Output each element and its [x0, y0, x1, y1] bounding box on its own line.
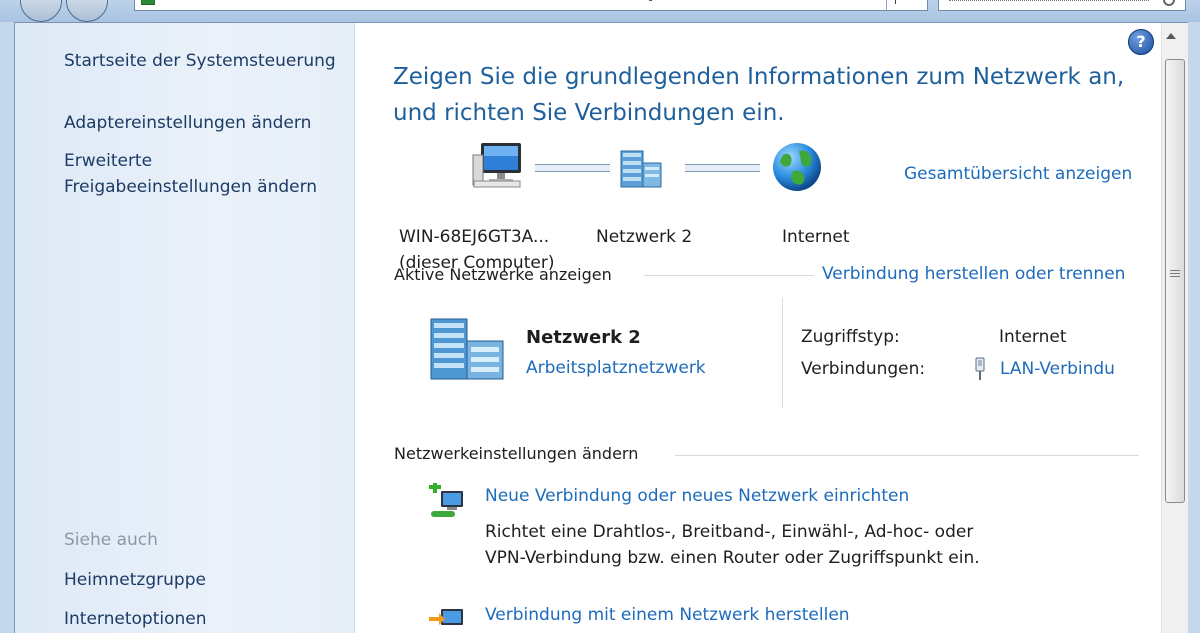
forward-button[interactable]	[66, 0, 108, 22]
back-button[interactable]	[20, 0, 62, 22]
access-type-value: Internet	[999, 327, 1067, 347]
network-building-icon	[619, 145, 663, 189]
lan-plug-icon	[973, 357, 987, 381]
address-bar[interactable]	[134, 0, 928, 11]
main-content: ? Zeigen Sie die grundlegenden Informati…	[355, 23, 1161, 633]
sidebar-link-advanced-sharing-line2: Freigabeeinstellungen ändern	[64, 177, 318, 197]
lan-connection-link[interactable]: LAN-Verbindu	[1000, 359, 1132, 379]
scroll-grip-line	[1170, 276, 1180, 277]
map-connection-line	[535, 164, 610, 172]
control-panel-icon	[141, 0, 155, 5]
sidebar-link-internet-options[interactable]: Internetoptionen	[64, 606, 207, 632]
page-title-line2: und richten Sie Verbindungen ein.	[393, 100, 785, 126]
section-divider	[644, 275, 814, 276]
computer-name: WIN-68EJ6GT3A...	[399, 227, 550, 247]
section-divider	[675, 455, 1139, 456]
scroll-up-arrow-icon[interactable]	[1166, 33, 1176, 39]
connect-disconnect-link[interactable]: Verbindung herstellen oder trennen	[822, 264, 1125, 284]
map-connection-line	[685, 164, 760, 172]
search-icon[interactable]	[1163, 0, 1175, 6]
task-new-connection-description: Richtet eine Drahtlos-, Breitband-, Einw…	[485, 519, 980, 571]
help-icon[interactable]: ?	[1128, 29, 1154, 55]
window-frame: Startseite der Systemsteuerung Adapterei…	[14, 22, 1188, 633]
network-type-link[interactable]: Arbeitsplatznetzwerk	[526, 358, 706, 378]
active-networks-heading: Aktive Netzwerke anzeigen	[394, 265, 612, 284]
scroll-grip-line	[1170, 273, 1180, 274]
computer-icon	[471, 141, 527, 191]
task-new-connection-desc-line1: Richtet eine Drahtlos-, Breitband-, Einw…	[485, 522, 974, 542]
vertical-divider	[782, 298, 783, 408]
task-connect-network-link[interactable]: Verbindung mit einem Netzwerk herstellen	[485, 605, 850, 625]
scroll-grip-line	[1170, 270, 1180, 271]
full-map-link[interactable]: Gesamtübersicht anzeigen	[904, 164, 1132, 184]
search-placeholder-fragment	[949, 0, 1149, 1]
address-text-fragment	[647, 0, 652, 1]
search-box[interactable]	[938, 0, 1186, 11]
task-new-connection-link[interactable]: Neue Verbindung oder neues Netzwerk einr…	[485, 486, 909, 506]
map-network-label[interactable]: Netzwerk 2	[596, 224, 692, 250]
page-title-line1: Zeigen Sie die grundlegenden Information…	[393, 64, 1125, 90]
new-connection-icon	[427, 483, 469, 523]
sidebar-link-advanced-sharing[interactable]: Erweiterte Freigabeeinstellungen ändern	[64, 148, 317, 200]
connections-label: Verbindungen:	[801, 359, 926, 379]
network-building-large-icon	[427, 315, 507, 381]
sidebar-link-adapter-settings[interactable]: Adaptereinstellungen ändern	[64, 110, 311, 136]
vertical-scrollbar[interactable]	[1161, 23, 1188, 633]
scroll-thumb[interactable]	[1165, 59, 1185, 503]
address-dropdown-button[interactable]	[886, 0, 927, 10]
page-title: Zeigen Sie die grundlegenden Information…	[393, 59, 1153, 131]
change-settings-heading: Netzwerkeinstellungen ändern	[394, 444, 639, 463]
task-sidebar: Startseite der Systemsteuerung Adapterei…	[15, 23, 355, 633]
access-type-label: Zugriffstyp:	[801, 327, 900, 347]
sidebar-link-homegroup[interactable]: Heimnetzgruppe	[64, 567, 206, 593]
window-toolbar	[0, 0, 1200, 22]
sidebar-link-home[interactable]: Startseite der Systemsteuerung	[64, 48, 336, 74]
see-also-heading: Siehe auch	[64, 530, 158, 550]
active-network-name: Netzwerk 2	[526, 327, 641, 348]
sidebar-link-advanced-sharing-line1: Erweiterte	[64, 151, 153, 171]
task-new-connection-desc-line2: VPN-Verbindung bzw. einen Router oder Zu…	[485, 548, 980, 568]
globe-icon	[771, 141, 823, 193]
map-internet-label[interactable]: Internet	[782, 224, 850, 250]
